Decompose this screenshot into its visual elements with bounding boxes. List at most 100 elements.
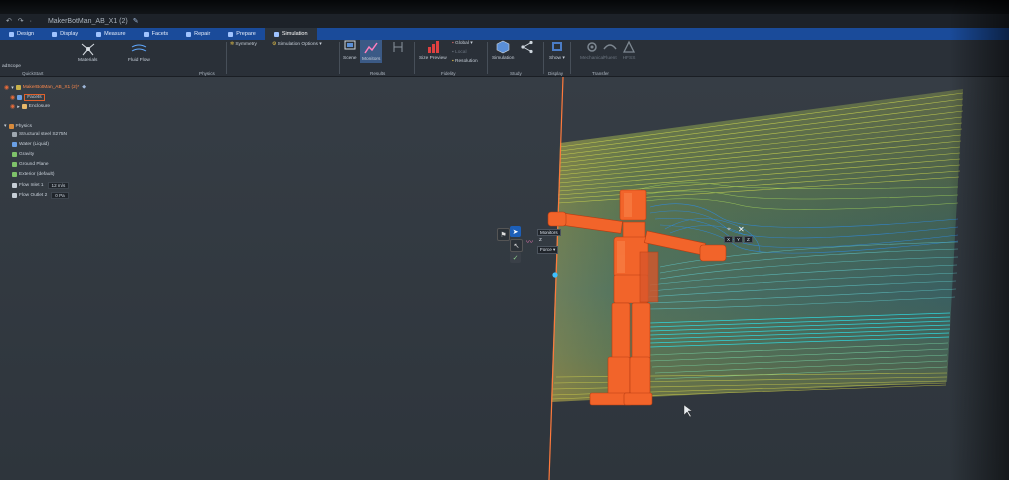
share-study-icon bbox=[521, 40, 533, 54]
tree-physics-item[interactable]: Water (Liquid) bbox=[12, 142, 49, 147]
facets-tab-icon bbox=[143, 31, 149, 37]
fluid-icon bbox=[12, 142, 17, 147]
select-alt-icon[interactable]: ↖ bbox=[510, 239, 523, 252]
flow-outlet-value[interactable]: 0 Pa bbox=[51, 192, 69, 199]
option-icon[interactable]: ⚑ bbox=[497, 228, 510, 241]
display-tab-icon bbox=[52, 31, 58, 37]
tree-physics-item[interactable]: Structural steel S275N bbox=[12, 132, 67, 137]
monitors-button[interactable]: Monitors bbox=[360, 40, 383, 63]
ribbon-tabs: Design Display Measure Facets Repair Pre… bbox=[0, 28, 1009, 40]
resolution-button[interactable]: ▪ Resolution bbox=[452, 59, 478, 64]
fluent-button[interactable]: Fluent bbox=[603, 40, 617, 61]
materials-icon bbox=[81, 43, 95, 56]
share-study-button[interactable] bbox=[520, 40, 534, 56]
scene-icon bbox=[344, 40, 356, 50]
scene-button[interactable]: Scene bbox=[343, 40, 357, 61]
measure-tab-icon bbox=[96, 31, 102, 37]
scope-button[interactable]: adScope bbox=[2, 64, 21, 69]
select-arrow-icon[interactable]: ➤ bbox=[510, 226, 521, 237]
group-fidelity: Fidelity bbox=[441, 71, 456, 76]
show-icon bbox=[551, 42, 562, 51]
hfss-button[interactable]: HFSS bbox=[622, 40, 636, 61]
flow-outlet-icon bbox=[12, 193, 17, 198]
materials-button[interactable]: Materials bbox=[78, 42, 97, 63]
window-title: MakerBotMan_AB_X1 (2) bbox=[47, 17, 128, 25]
flow-inlet-value[interactable]: 12 m/s bbox=[47, 182, 70, 189]
tree-physics-item[interactable]: Exterior (default) bbox=[12, 172, 54, 177]
tree-physics-item[interactable]: Gravity bbox=[12, 152, 34, 157]
quick-access-toolbar[interactable]: ↶ ↷ · bbox=[6, 17, 34, 25]
title-bar: ↶ ↷ · MakerBotMan_AB_X1 (2) ✎ bbox=[0, 14, 1009, 28]
exterior-icon bbox=[12, 172, 17, 177]
size-preview-icon bbox=[427, 41, 439, 53]
fluid-flow-button[interactable]: Fluid Flow bbox=[128, 42, 150, 63]
share-icon[interactable]: ✎ bbox=[133, 17, 139, 25]
tree-physics-item[interactable]: Ground Plane bbox=[12, 162, 49, 167]
tree-physics-item[interactable]: Flow Outlet 2 0 Pa bbox=[12, 192, 69, 199]
mechanical-icon bbox=[587, 42, 597, 52]
visibility-icon[interactable]: ◉ bbox=[10, 103, 15, 110]
lock-icon: ◆ bbox=[82, 85, 86, 90]
plot-icon bbox=[393, 42, 403, 52]
expand-icon[interactable]: ▾ bbox=[4, 123, 7, 129]
show-button[interactable]: Show ▾ bbox=[549, 40, 565, 61]
tab-facets[interactable]: Facets bbox=[135, 28, 178, 40]
screen-vignette bbox=[949, 0, 1009, 480]
group-study: Study bbox=[510, 71, 522, 76]
tree-root[interactable]: ◉ ▾ MakerBotMan_AB_X1 (2)* ◆ bbox=[4, 84, 86, 92]
tab-repair[interactable]: Repair bbox=[177, 28, 219, 40]
3d-viewport[interactable] bbox=[0, 77, 1009, 480]
symmetry-button[interactable]: ✲ Symmetry bbox=[230, 42, 257, 47]
tab-simulation[interactable]: Simulation bbox=[264, 28, 317, 40]
close-icon[interactable]: ✕ bbox=[738, 225, 745, 234]
tab-display[interactable]: Display bbox=[43, 28, 87, 40]
tree-physics[interactable]: ▾ Physics bbox=[4, 123, 32, 129]
plot-button[interactable] bbox=[392, 40, 404, 56]
tab-design[interactable]: Design bbox=[0, 28, 43, 40]
material-icon bbox=[12, 132, 17, 137]
visibility-icon[interactable]: ◉ bbox=[4, 84, 9, 91]
tree-item-facets[interactable]: ◉ Facets bbox=[10, 94, 45, 101]
expand-icon[interactable]: ▸ bbox=[17, 104, 20, 110]
force-select[interactable]: Force ▾ bbox=[537, 246, 559, 254]
simulation-tab-icon bbox=[273, 31, 279, 37]
ribbon-separator bbox=[339, 42, 340, 74]
tab-prepare[interactable]: Prepare bbox=[219, 28, 265, 40]
visibility-icon[interactable]: ◉ bbox=[10, 94, 15, 101]
prepare-tab-icon bbox=[228, 31, 234, 37]
axis-y[interactable]: Y bbox=[734, 236, 744, 243]
move-icon[interactable]: ⌖ bbox=[727, 226, 731, 234]
gravity-icon bbox=[12, 152, 17, 157]
hfss-icon bbox=[622, 40, 636, 53]
ribbon-separator bbox=[570, 42, 571, 74]
repair-tab-icon bbox=[186, 31, 192, 37]
axis-x[interactable]: X bbox=[724, 236, 734, 243]
group-quickstart: QuickStart bbox=[22, 71, 44, 76]
size-preview-button[interactable]: Size Preview bbox=[419, 40, 447, 61]
tree-item-enclosure[interactable]: ◉ ▸ Enclosure bbox=[10, 103, 50, 111]
global-button[interactable]: ▪ Global ▾ bbox=[452, 41, 473, 46]
ground-plane-icon bbox=[12, 162, 17, 167]
ribbon-separator bbox=[543, 42, 544, 74]
simulation-button[interactable]: Simulation bbox=[492, 40, 514, 61]
group-transfer: Transfer bbox=[592, 71, 609, 76]
manipulator-handle[interactable] bbox=[552, 272, 558, 278]
ribbon-separator bbox=[414, 42, 415, 74]
tree-physics-item[interactable]: Flow Inlet 1 12 m/s bbox=[12, 182, 70, 189]
local-button[interactable]: ▪ Local bbox=[452, 50, 467, 55]
simulation-options-button[interactable]: ⚙ Simulation Options ▾ bbox=[272, 42, 322, 47]
expand-icon[interactable]: ▾ bbox=[11, 85, 14, 91]
ribbon: adScope Materials Fluid Flow QuickStart … bbox=[0, 40, 1009, 77]
fluent-icon bbox=[603, 44, 617, 50]
group-physics: Physics bbox=[199, 71, 215, 76]
axis-z[interactable]: Z bbox=[744, 236, 753, 243]
facets-icon bbox=[17, 95, 23, 100]
check-icon[interactable]: ✓ bbox=[510, 252, 521, 263]
design-tab-icon bbox=[9, 31, 14, 37]
component-icon bbox=[15, 85, 21, 90]
group-display: Display bbox=[548, 71, 564, 76]
tab-measure[interactable]: Measure bbox=[87, 28, 134, 40]
mechanical-button[interactable]: Mechanical bbox=[580, 40, 604, 61]
ribbon-separator bbox=[226, 42, 227, 74]
physics-icon bbox=[8, 123, 14, 129]
